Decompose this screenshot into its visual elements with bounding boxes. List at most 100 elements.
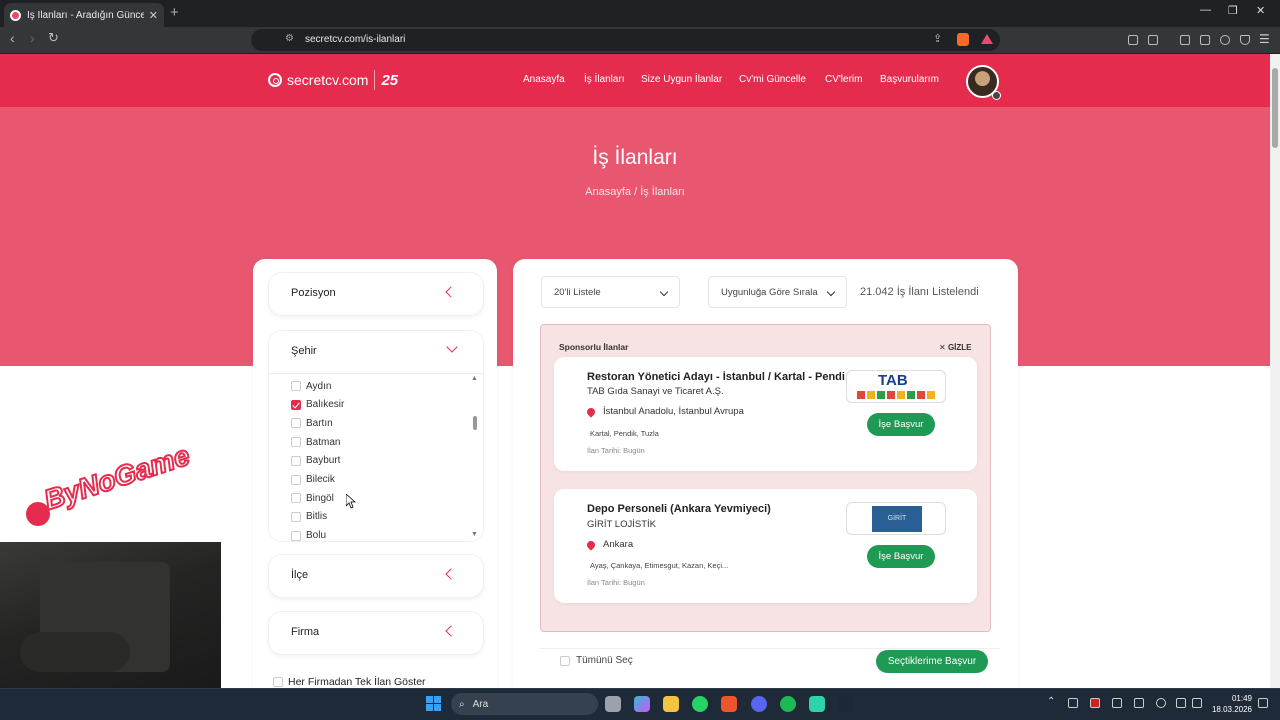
nav-home[interactable]: Anasayfa	[523, 74, 565, 85]
city-option[interactable]: Aydın	[291, 379, 331, 393]
city-checkbox[interactable]	[291, 381, 301, 391]
job-title[interactable]: Restoran Yönetici Adayı - İstanbul / Kar…	[587, 371, 845, 383]
forward-icon[interactable]: ›	[30, 30, 35, 46]
city-checkbox[interactable]	[291, 399, 301, 410]
spotify-icon[interactable]	[780, 696, 796, 712]
menu-icon[interactable]: ☰	[1259, 32, 1270, 46]
task-view-icon[interactable]	[605, 696, 621, 712]
city-checkbox[interactable]	[291, 493, 301, 504]
one-per-company-option[interactable]: Her Firmadan Tek İlan Göster	[273, 676, 426, 688]
new-tab-button[interactable]: +	[170, 4, 179, 21]
minimize-button[interactable]: —	[1200, 4, 1211, 16]
notifications-icon[interactable]	[1258, 698, 1268, 708]
job-title[interactable]: Depo Personeli (Ankara Yevmiyeci)	[587, 503, 771, 515]
reload-icon[interactable]: ↻	[48, 30, 59, 46]
brave-shield-icon[interactable]	[957, 33, 969, 46]
wallet-icon[interactable]	[1200, 35, 1210, 45]
address-toolbar: ‹ › ↻ ▯ ⚙ secretcv.com/is-ilanlari ⇪ ☰	[0, 27, 1280, 54]
nav-applications[interactable]: Başvurularım	[880, 74, 939, 85]
city-checkbox[interactable]	[291, 530, 301, 541]
windows-start-icon[interactable]	[426, 696, 441, 711]
microphone-icon[interactable]	[1156, 698, 1166, 708]
select-all-checkbox[interactable]	[560, 655, 570, 666]
site-header: secretcv.com 25 Anasayfa İş İlanları Siz…	[0, 54, 1270, 107]
leo-ai-icon[interactable]	[1220, 35, 1230, 45]
hide-sponsored-button[interactable]: ✕ GİZLE	[939, 343, 972, 352]
scroll-down-icon[interactable]: ▼	[471, 531, 478, 538]
discord-icon[interactable]	[751, 696, 767, 712]
share-icon[interactable]: ⇪	[933, 32, 942, 45]
whatsapp-icon[interactable]	[692, 696, 708, 712]
vpn-shield-icon[interactable]	[1240, 35, 1250, 45]
city-checkbox[interactable]	[291, 418, 301, 429]
maximize-button[interactable]: ❐	[1228, 4, 1238, 17]
city-option[interactable]: Bayburt	[291, 454, 340, 468]
site-info-icon[interactable]: ⚙	[285, 33, 294, 44]
tray-network-icon[interactable]	[1112, 698, 1122, 708]
avatar-menu-icon[interactable]	[992, 91, 1001, 100]
sort-select[interactable]: Uygunluğa Göre Sırala	[708, 276, 847, 308]
city-list-scrollbar[interactable]	[473, 388, 477, 533]
logo-text: secretcv.com	[287, 72, 369, 88]
per-page-select[interactable]: 20'li Listele	[541, 276, 680, 308]
taskbar-search[interactable]: ⌕ Ara	[451, 693, 598, 715]
breadcrumb[interactable]: Anasayfa / İş İlanları	[0, 186, 1270, 198]
url-bar[interactable]: ⚙ secretcv.com/is-ilanlari ⇪	[251, 29, 1000, 51]
company-logo[interactable]: TAB	[846, 370, 946, 403]
apply-selected-button[interactable]: Seçtiklerime Başvur	[876, 650, 988, 673]
city-option[interactable]: Balıkesir	[291, 398, 344, 412]
city-option[interactable]: Bitlis	[291, 510, 327, 524]
brave-rewards-icon[interactable]	[981, 34, 993, 44]
logo-divider	[374, 70, 376, 90]
scroll-up-icon[interactable]: ▲	[471, 375, 478, 382]
select-all-option[interactable]: Tümünü Seç	[560, 655, 633, 666]
extensions-icon[interactable]	[1128, 35, 1138, 45]
brave-browser-icon[interactable]	[721, 696, 737, 712]
nav-job-listings[interactable]: İş İlanları	[584, 74, 625, 85]
page-scrollbar-thumb[interactable]	[1272, 68, 1278, 148]
filter-city[interactable]: Şehir	[268, 330, 484, 374]
close-tab-icon[interactable]: ✕	[149, 9, 158, 22]
page-scrollbar[interactable]	[1270, 54, 1280, 688]
tray-settings-icon[interactable]	[1134, 698, 1144, 708]
nav-suitable-listings[interactable]: Size Uygun İlanlar	[641, 74, 722, 85]
close-window-button[interactable]: ✕	[1256, 4, 1265, 17]
city-checkbox[interactable]	[291, 511, 301, 522]
company-logo[interactable]: GİRİT	[846, 502, 946, 535]
city-option[interactable]: Batman	[291, 435, 340, 449]
tray-app-icon[interactable]	[1090, 698, 1100, 708]
city-list-scroll-thumb[interactable]	[473, 416, 477, 430]
apply-button[interactable]: İşe Başvur	[867, 545, 935, 568]
app-icon[interactable]	[809, 696, 825, 712]
tab-search-icon[interactable]	[1148, 35, 1158, 45]
city-option[interactable]: Bartın	[291, 416, 333, 430]
city-label: Bilecik	[306, 474, 335, 485]
city-option[interactable]: Bingöl	[291, 491, 334, 505]
job-company[interactable]: GİRİT LOJİSTİK	[587, 519, 656, 530]
sidebar-icon[interactable]	[1180, 35, 1190, 45]
site-logo[interactable]: secretcv.com 25	[268, 70, 398, 90]
taskbar-clock[interactable]: 01:49 18.03.2026	[1206, 693, 1252, 715]
job-company[interactable]: TAB Gıda Sanayi ve Ticaret A.Ş.	[587, 386, 724, 397]
filter-position[interactable]: Pozisyon	[268, 272, 484, 316]
nav-update-cv[interactable]: Cv'mi Güncelle	[739, 74, 806, 85]
filter-company[interactable]: Firma	[268, 611, 484, 655]
copilot-icon[interactable]	[634, 696, 650, 712]
city-checkbox[interactable]	[291, 474, 301, 485]
city-checkbox[interactable]	[291, 455, 301, 466]
city-option[interactable]: Bilecik	[291, 473, 335, 487]
one-per-company-checkbox[interactable]	[273, 677, 283, 687]
volume-icon[interactable]	[1192, 698, 1202, 708]
file-explorer-icon[interactable]	[663, 696, 679, 712]
tray-sync-icon[interactable]	[1068, 698, 1078, 708]
apply-button[interactable]: İşe Başvur	[867, 413, 935, 436]
steam-icon[interactable]	[838, 696, 854, 712]
wifi-icon[interactable]	[1176, 698, 1186, 708]
browser-tab[interactable]: İş İlanları - Aradığın Güncel İş İla ✕	[4, 3, 164, 27]
city-checkbox[interactable]	[291, 437, 301, 448]
back-icon[interactable]: ‹	[10, 30, 15, 46]
nav-my-cvs[interactable]: CV'lerim	[825, 74, 862, 85]
filter-district[interactable]: İlçe	[268, 554, 484, 598]
tray-chevron-up-icon[interactable]: ⌃	[1047, 696, 1055, 707]
city-option[interactable]: Bolu	[291, 529, 326, 543]
